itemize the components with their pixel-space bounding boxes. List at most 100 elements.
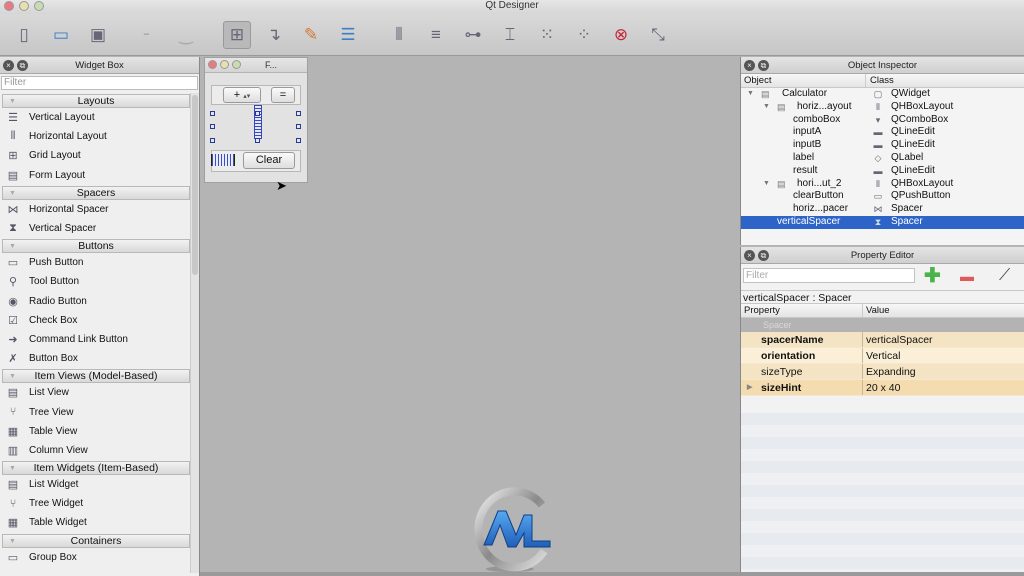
form-zoom-button[interactable] [232,60,241,69]
lay-out-vertically-icon[interactable]: ≡ [422,21,450,49]
column-header-object[interactable]: Object [741,74,866,87]
edit-signals-slots-icon[interactable]: ↴ [260,21,288,49]
operator-combobox[interactable]: + ▴▾ [223,87,261,103]
grid-layout-icon[interactable]: ⁙ [533,21,561,49]
close-icon[interactable]: × [3,60,14,71]
equals-label[interactable]: = [271,87,295,103]
close-icon[interactable]: × [744,250,755,261]
horizontal-splitter-icon[interactable]: ⊶ [459,21,487,49]
vertical-splitter-icon[interactable]: ⌶ [496,21,524,49]
expand-arrow-icon[interactable]: ▼ [747,88,754,101]
form-layout-icon[interactable]: ⁘ [570,21,598,49]
selection-handle[interactable] [296,138,301,143]
widget-item[interactable]: ⊞ Grid Layout [0,146,190,165]
zoom-window-button[interactable] [34,1,44,11]
widget-category-header[interactable]: ▼ Layouts [2,94,190,108]
add-dynamic-property-icon[interactable]: ✚ [924,265,941,287]
widget-item[interactable]: ▤ List View [0,383,190,402]
property-row[interactable]: ▶ sizeHint 20 x 40 [741,380,1024,396]
column-header-class[interactable]: Class [866,74,894,87]
float-icon[interactable]: ⧉ [758,250,769,261]
close-icon[interactable]: × [744,60,755,71]
widget-item[interactable]: ⑂ Tree Widget [0,494,190,513]
property-row[interactable]: sizeType Expanding [741,364,1024,380]
property-group-header[interactable]: Spacer [741,318,1024,332]
float-icon[interactable]: ⧉ [17,60,28,71]
scrollbar-thumb[interactable] [192,95,198,275]
selection-handle[interactable] [210,111,215,116]
widget-filter-input[interactable]: Filter [1,76,198,90]
widget-item[interactable]: ➜ Command Link Button [0,330,190,349]
property-value[interactable]: Vertical [863,348,1024,363]
property-filter-input[interactable]: Filter [743,268,915,283]
undo-icon[interactable]: ╴ [135,21,163,49]
property-row[interactable]: orientation Vertical [741,348,1024,364]
widget-item[interactable]: ◉ Radio Button [0,292,190,311]
widget-item[interactable]: ▭ Group Box [0,548,190,567]
expand-arrow-icon[interactable]: ▶ [747,380,752,396]
collapse-arrow-icon[interactable]: ▼ [9,187,16,200]
widget-item[interactable]: ⋈ Horizontal Spacer [0,200,190,219]
property-row[interactable]: spacerName verticalSpacer [741,332,1024,348]
form-window[interactable]: F... + ▴▾ = Clear [204,57,308,183]
property-value[interactable]: verticalSpacer [863,332,1024,347]
widget-item[interactable]: ⧗ Vertical Spacer [0,219,190,238]
column-header-value[interactable]: Value [863,304,890,317]
expand-arrow-icon[interactable]: ▼ [763,178,770,191]
float-icon[interactable]: ⧉ [758,60,769,71]
edit-buddies-icon[interactable]: ✎ [297,21,325,49]
expand-arrow-icon[interactable]: ▼ [763,101,770,114]
collapse-arrow-icon[interactable]: ▼ [9,95,16,108]
edit-widgets-icon[interactable]: ⊞ [223,20,251,49]
clear-button[interactable]: Clear [243,152,295,169]
selection-handle[interactable] [296,124,301,129]
object-tree-row[interactable]: ▼ ▤ horiz...ayout ⦀ QHBoxLayout [741,101,1024,114]
object-tree-row[interactable]: horiz...pacer ⋈ Spacer [741,203,1024,216]
open-form-icon[interactable]: ▭ [47,21,75,49]
break-layout-icon[interactable]: ⊗ [607,21,635,49]
widget-item[interactable]: ⑂ Tree View [0,402,190,421]
collapse-arrow-icon[interactable]: ▼ [9,462,16,475]
object-tree-row[interactable]: ▼ ▤ hori...ut_2 ⦀ QHBoxLayout [741,178,1024,191]
lay-out-horizontally-icon[interactable]: ⦀ [385,21,413,49]
widget-item[interactable]: ▭ Push Button [0,253,190,272]
widget-item[interactable]: ▤ Form Layout [0,166,190,185]
object-tree-row[interactable]: ▼ ▤ Calculator ▢ QWidget [741,88,1024,101]
column-header-property[interactable]: Property [741,304,863,317]
widget-item[interactable]: ▦ Table View [0,422,190,441]
selection-handle[interactable] [296,111,301,116]
edit-tab-order-icon[interactable]: ☰ [334,21,362,49]
widget-item[interactable]: ⚲ Tool Button [0,272,190,291]
minimize-window-button[interactable] [19,1,29,11]
object-tree-row[interactable]: result ▬ QLineEdit [741,165,1024,178]
widget-item[interactable]: ▦ Table Widget [0,513,190,532]
configure-icon[interactable]: ⟋ [999,265,1010,287]
remove-dynamic-property-icon[interactable]: ▬ [960,265,974,287]
widget-category-header[interactable]: ▼ Containers [2,533,190,548]
form-close-button[interactable] [208,60,217,69]
widget-box-scrollbar[interactable] [190,93,199,573]
object-tree-row[interactable]: inputB ▬ QLineEdit [741,139,1024,152]
widget-item[interactable]: ✗ Button Box [0,349,190,368]
form-minimize-button[interactable] [220,60,229,69]
widget-item[interactable]: ☰ Vertical Layout [0,108,190,127]
widget-category-header[interactable]: ▼ Buttons [2,239,190,254]
object-tree-row[interactable]: inputA ▬ QLineEdit [741,126,1024,139]
widget-item[interactable]: ▥ Column View [0,441,190,460]
collapse-arrow-icon[interactable]: ▼ [9,240,16,253]
redo-icon[interactable]: ‿ [172,21,200,49]
horizontal-spacer-widget[interactable] [211,154,235,166]
widget-category-header[interactable]: ▼ Item Views (Model-Based) [2,369,190,384]
widget-category-header[interactable]: ▼ Item Widgets (Item-Based) [2,461,190,475]
close-window-button[interactable] [4,1,14,11]
object-tree-row[interactable]: comboBox ▾ QComboBox [741,114,1024,127]
collapse-arrow-icon[interactable]: ▼ [9,535,16,548]
property-value[interactable]: Expanding [863,364,1024,379]
collapse-arrow-icon[interactable]: ▼ [9,370,16,383]
widget-item[interactable]: ☑ Check Box [0,311,190,330]
selection-handle[interactable] [210,138,215,143]
new-form-icon[interactable]: ▯ [10,21,38,49]
widget-category-header[interactable]: ▼ Spacers [2,185,190,200]
object-tree-row[interactable]: verticalSpacer ⧗ Spacer [741,215,1024,229]
object-tree-row[interactable]: clearButton ▭ QPushButton [741,190,1024,203]
